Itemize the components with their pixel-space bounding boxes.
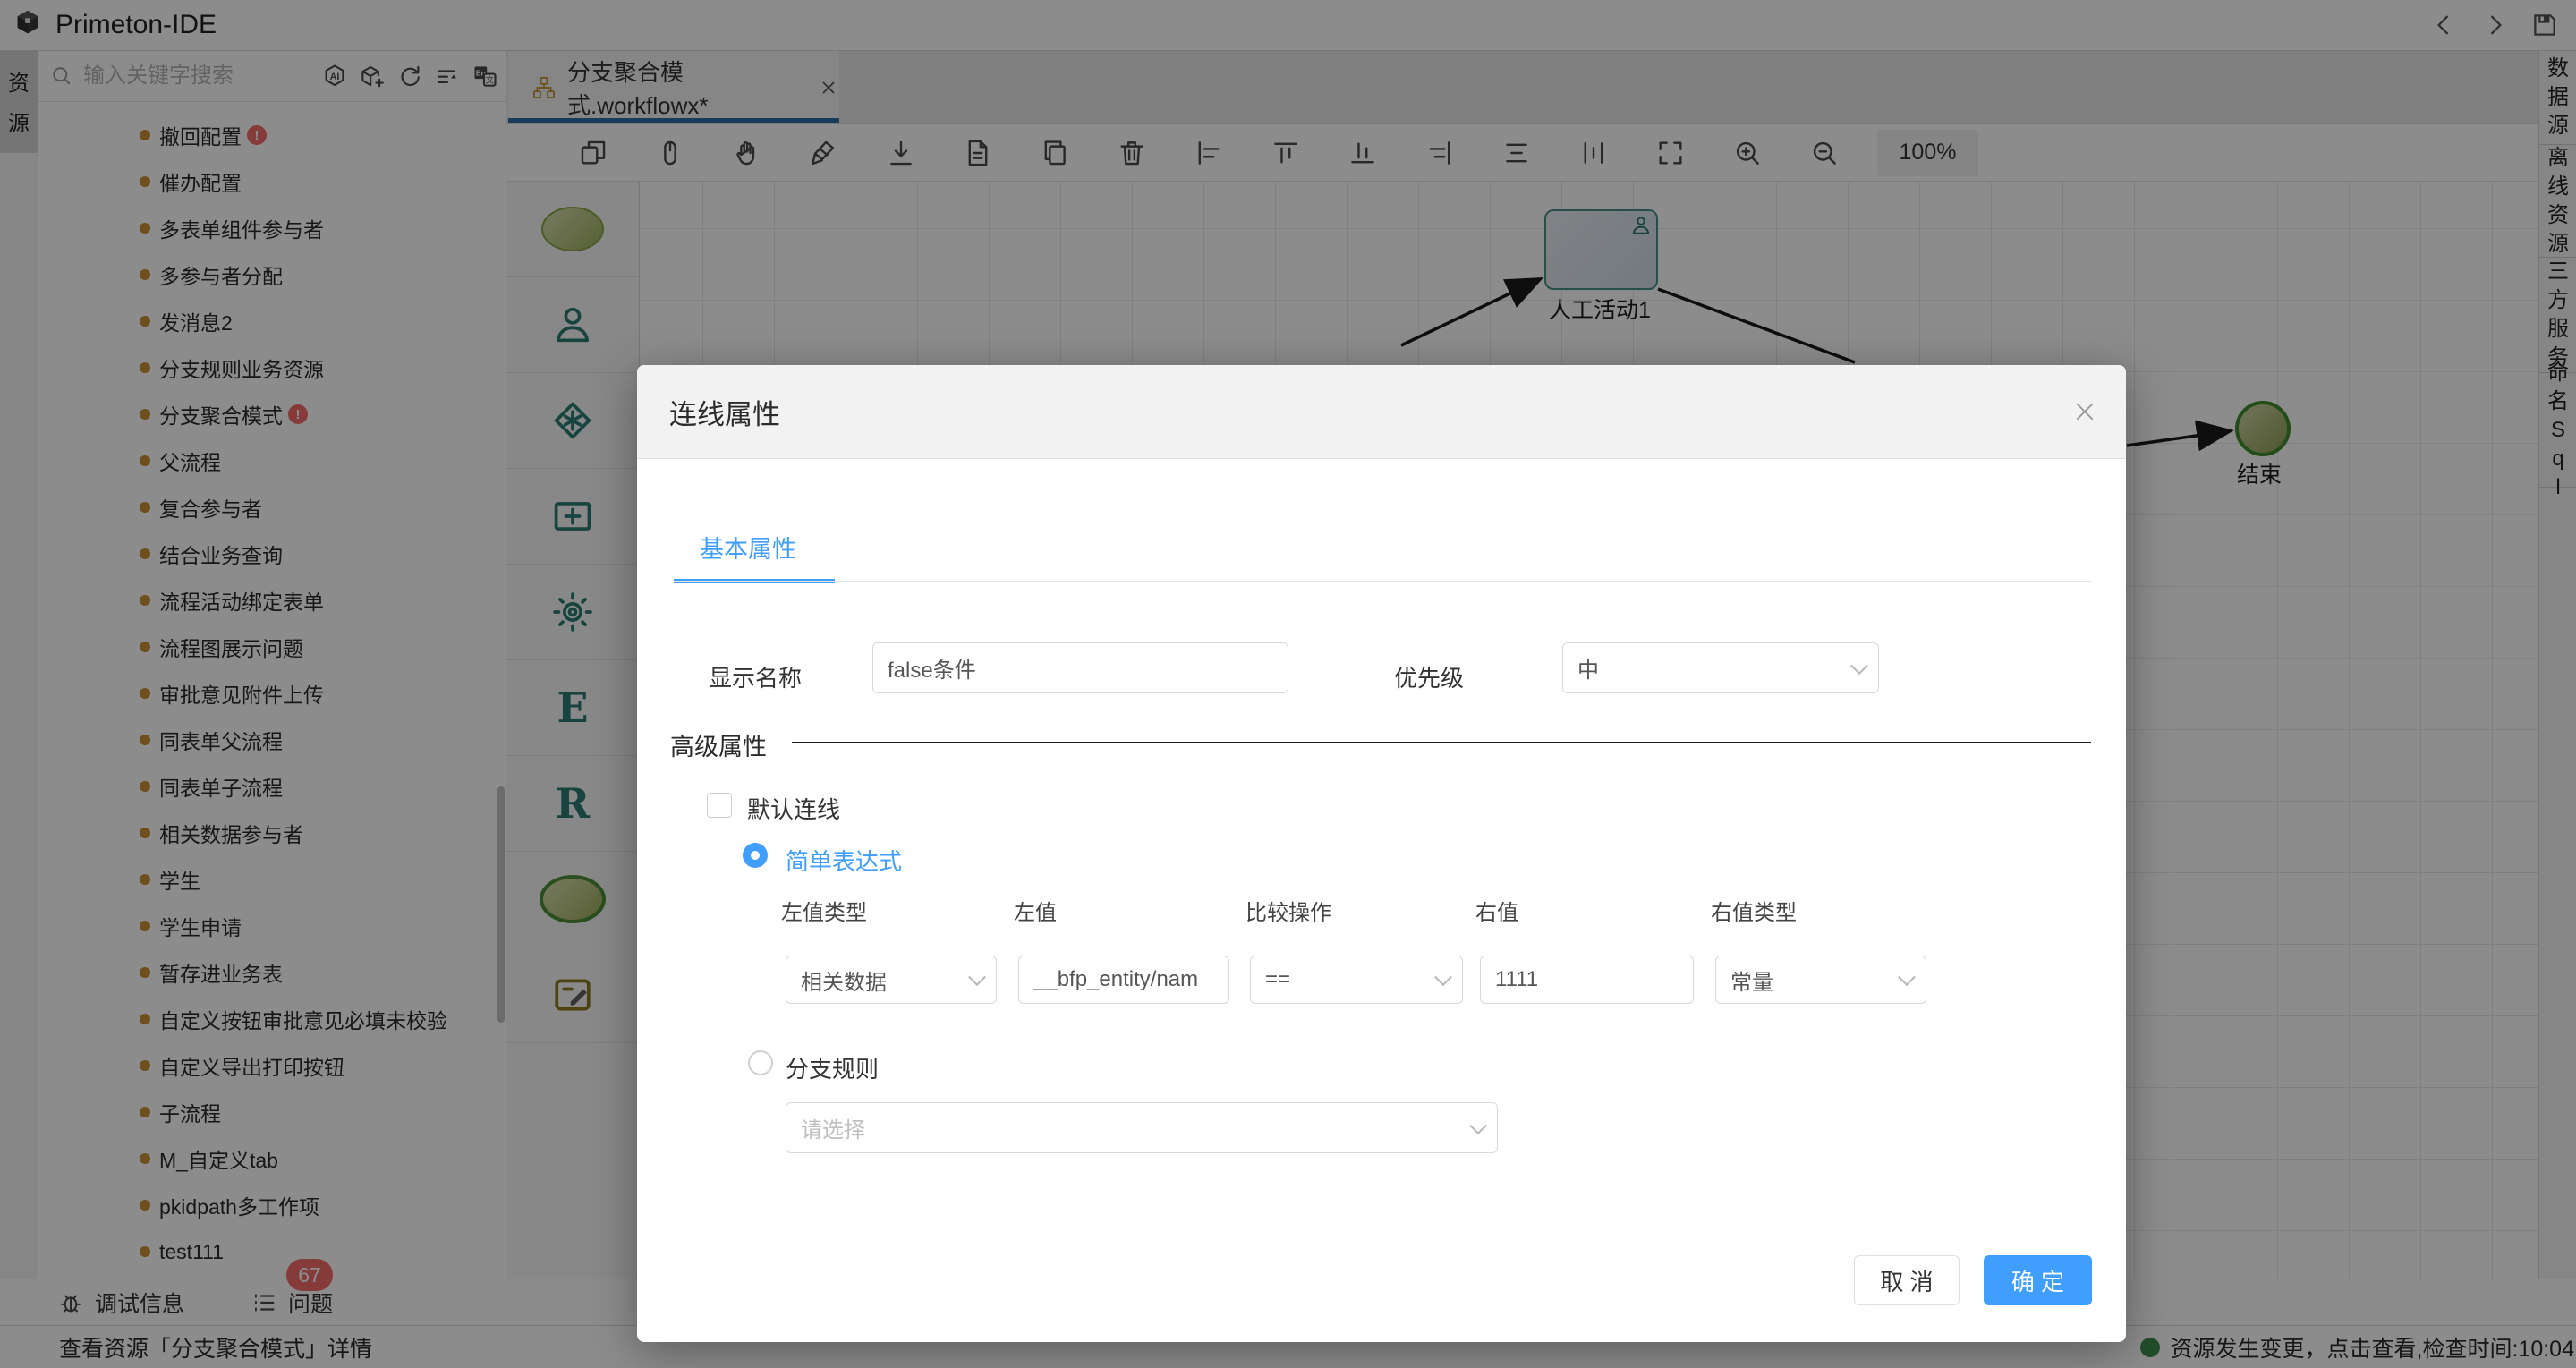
expression-input[interactable] (1018, 956, 1229, 1004)
branch-rule-label: 分支规则 (786, 1051, 879, 1084)
display-name-field[interactable] (872, 642, 1288, 693)
advanced-section-label: 高级属性 (670, 727, 767, 762)
default-line-label: 默认连线 (747, 792, 840, 825)
branch-rule-select[interactable]: 请选择 (786, 1102, 1498, 1153)
branch-rule-placeholder: 请选择 (801, 1112, 865, 1143)
chevron-down-icon (1898, 968, 1916, 986)
expression-field-label: 比较操作 (1245, 895, 1331, 926)
priority-value: 中 (1577, 652, 1599, 684)
expression-select[interactable]: 相关数据 (786, 956, 997, 1004)
chevron-down-icon (968, 968, 986, 986)
expression-field-label: 左值类型 (781, 895, 867, 926)
dialog-title: 连线属性 (669, 365, 780, 458)
expression-field-label: 右值 (1475, 895, 1518, 926)
priority-select[interactable]: 中 (1562, 642, 1879, 693)
cancel-button[interactable]: 取 消 (1854, 1255, 1960, 1305)
simple-expression-label: 简单表达式 (786, 844, 902, 877)
ok-button[interactable]: 确 定 (1984, 1255, 2092, 1305)
field-input[interactable] (1495, 967, 1679, 992)
chevron-down-icon (1469, 1117, 1487, 1134)
select-value: 相关数据 (801, 964, 887, 996)
default-line-checkbox[interactable] (707, 793, 732, 818)
tab-divider-line (674, 581, 2091, 582)
field-input[interactable] (1033, 967, 1214, 992)
dialog-close-icon[interactable] (2070, 397, 2099, 426)
chevron-down-icon (1434, 968, 1452, 986)
select-value: == (1265, 967, 1290, 992)
chevron-down-icon (1850, 657, 1868, 675)
expression-input[interactable] (1480, 956, 1694, 1004)
simple-expression-radio[interactable] (743, 843, 768, 868)
priority-label: 优先级 (1394, 660, 1464, 693)
advanced-section-line (792, 742, 2091, 743)
expression-field-label: 左值 (1014, 895, 1057, 926)
branch-rule-radio[interactable] (748, 1050, 773, 1075)
select-value: 常量 (1730, 964, 1773, 996)
expression-field-label: 右值类型 (1711, 895, 1797, 926)
display-name-input[interactable] (888, 656, 1273, 681)
tab-basic-properties[interactable]: 基本属性 (700, 530, 796, 565)
expression-select[interactable]: 常量 (1715, 956, 1926, 1004)
dialog-header: 连线属性 (637, 365, 2126, 459)
expression-select[interactable]: == (1250, 956, 1463, 1004)
display-name-label: 显示名称 (709, 660, 802, 693)
primeton-ide-window: Primeton-IDE 资 源 AIEn文 撤回配置!催办配置多表单组件参与者… (0, 0, 2576, 1368)
connection-properties-dialog: 连线属性 基本属性 显示名称 优先级 中 高级属性 默认连线 简单表达式 分支规… (637, 365, 2126, 1342)
